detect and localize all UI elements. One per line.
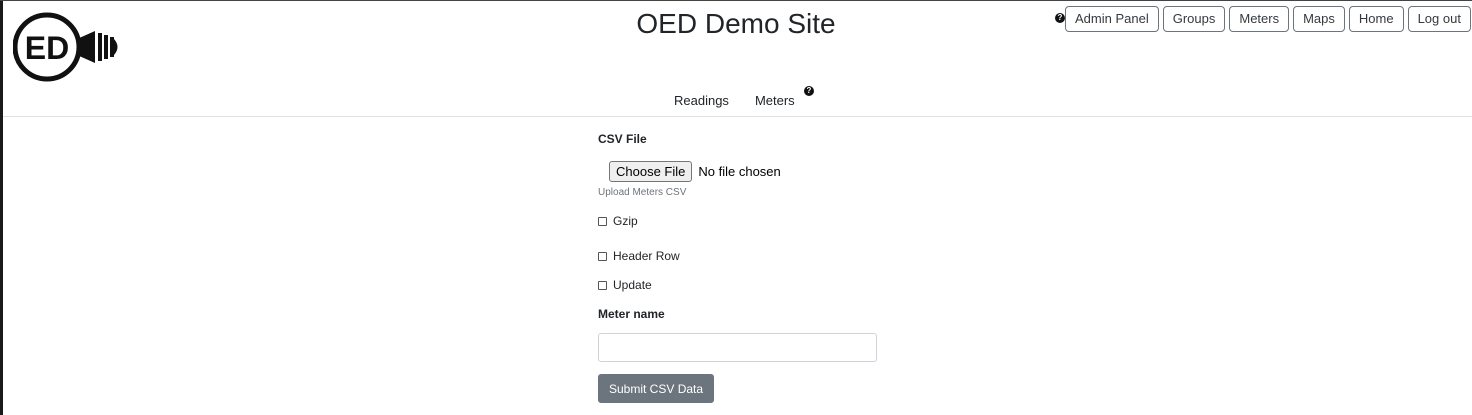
meter-name-input[interactable] [598,333,877,362]
meter-name-label: Meter name [598,307,665,321]
window-top-edge [0,0,1472,1]
csv-file-label: CSV File [598,132,647,146]
log-out-button[interactable]: Log out [1407,6,1471,32]
admin-panel-button[interactable]: Admin Panel [1065,6,1159,32]
choose-file-button[interactable]: Choose File [609,161,693,182]
gzip-checkbox[interactable] [598,216,607,226]
meters-button[interactable]: Meters [1229,6,1290,32]
submit-csv-button[interactable]: Submit CSV Data [598,374,715,403]
header-row-label: Header Row [613,249,680,263]
top-navigation: Admin Panel Groups Meters Maps Home Log … [1065,6,1471,32]
header-row-option: Header Row [598,249,680,263]
header-row-checkbox[interactable] [598,251,607,261]
gzip-label: Gzip [613,214,638,228]
maps-button[interactable]: Maps [1293,6,1345,32]
update-option: Update [598,278,652,292]
update-checkbox[interactable] [598,280,607,290]
groups-button[interactable]: Groups [1162,6,1226,32]
file-input: Choose File No file chosen [609,161,781,182]
sub-navigation: Readings Meters [674,93,795,108]
gzip-option: Gzip [598,214,638,228]
tab-meters[interactable]: Meters [755,93,795,108]
tab-readings[interactable]: Readings [674,93,729,108]
home-button[interactable]: Home [1348,6,1404,32]
question-circle-icon[interactable]: ? [804,86,814,96]
file-help-text: Upload Meters CSV [598,187,687,198]
file-status-text: No file chosen [698,164,781,179]
header-divider [3,116,1472,117]
update-label: Update [613,278,652,292]
question-circle-icon[interactable]: ? [1055,13,1065,23]
window-left-edge [0,0,3,415]
